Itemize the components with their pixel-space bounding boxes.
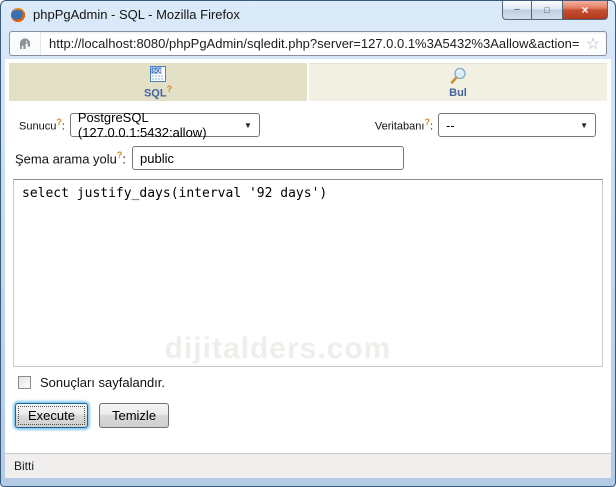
server-database-row: Sunucu?: PostgreSQL (127.0.0.1:5432:allo…	[19, 113, 596, 137]
chevron-down-icon: ▼	[236, 121, 252, 130]
firefox-icon	[10, 7, 26, 23]
chevron-down-icon: ▼	[572, 121, 588, 130]
tab-find[interactable]: Bul	[309, 63, 607, 101]
svg-text:SQL: SQL	[152, 68, 164, 74]
database-label: Veritabanı?:	[375, 117, 433, 133]
tab-find-label: Bul	[449, 87, 467, 99]
maximize-button[interactable]: □	[532, 1, 562, 20]
paginate-label: Sonuçları sayfalandır.	[40, 375, 165, 390]
status-text: Bitti	[14, 459, 34, 473]
execute-button[interactable]: Execute	[15, 403, 88, 428]
sql-document-icon: SQL	[149, 65, 167, 83]
paginate-checkbox[interactable]	[18, 376, 31, 389]
site-identity-box[interactable]	[10, 32, 41, 55]
schema-search-input[interactable]	[132, 146, 404, 170]
postgresql-elephant-favicon	[17, 36, 33, 52]
status-bar: Bitti	[5, 453, 611, 478]
window-controls: – □ ×	[502, 1, 608, 20]
database-field-group: Veritabanı?: -- ▼	[375, 113, 596, 137]
server-select[interactable]: PostgreSQL (127.0.0.1:5432:allow) ▼	[70, 113, 260, 137]
url-bar[interactable]: http://localhost:8080/phpPgAdmin/sqledit…	[9, 31, 607, 56]
content-spacer	[5, 428, 611, 453]
server-field-group: Sunucu?: PostgreSQL (127.0.0.1:5432:allo…	[19, 113, 260, 137]
sql-query-textarea[interactable]: select justify_days(interval '92 days')	[14, 180, 602, 366]
close-button[interactable]: ×	[562, 1, 608, 20]
schema-search-row: Şema arama yolu?:	[15, 146, 597, 170]
sql-help-marker[interactable]: ?	[167, 84, 173, 94]
database-select-value: --	[446, 118, 455, 133]
sql-editor-container: select justify_days(interval '92 days') …	[13, 179, 603, 367]
clear-button[interactable]: Temizle	[99, 403, 169, 428]
trail-tab-bar: SQL SQL? Bul	[9, 63, 607, 101]
minimize-button[interactable]: –	[502, 1, 532, 20]
window-title: phpPgAdmin - SQL - Mozilla Firefox	[33, 7, 240, 22]
tab-sql[interactable]: SQL SQL?	[9, 63, 307, 101]
server-label: Sunucu?:	[19, 117, 65, 133]
tab-sql-label: SQL?	[144, 84, 172, 100]
page-content: SQL SQL? Bul Sunucu?: PostgreSQL (12	[5, 59, 611, 478]
browser-window: phpPgAdmin - SQL - Mozilla Firefox – □ ×…	[0, 0, 616, 487]
paginate-row: Sonuçları sayfalandır.	[18, 375, 611, 390]
magnifier-icon	[448, 66, 468, 86]
schema-search-label: Şema arama yolu?:	[15, 150, 126, 166]
bookmark-star-icon[interactable]: ☆	[580, 34, 606, 54]
action-buttons-row: Execute Temizle	[15, 403, 611, 428]
database-select[interactable]: -- ▼	[438, 113, 596, 137]
address-input[interactable]: http://localhost:8080/phpPgAdmin/sqledit…	[41, 36, 580, 51]
server-select-value: PostgreSQL (127.0.0.1:5432:allow)	[78, 110, 236, 140]
